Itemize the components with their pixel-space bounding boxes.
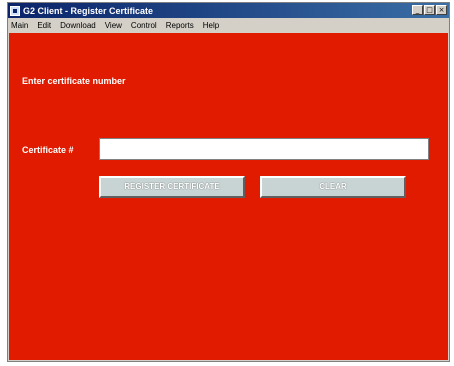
menu-help[interactable]: Help: [203, 21, 219, 30]
app-icon: [10, 5, 20, 16]
form-prompt: Enter certificate number: [22, 76, 126, 86]
menu-view[interactable]: View: [105, 21, 122, 30]
menu-main[interactable]: Main: [11, 21, 28, 30]
title-bar[interactable]: G2 Client - Register Certificate _ □ ×: [8, 3, 449, 18]
menu-download[interactable]: Download: [60, 21, 96, 30]
menu-reports[interactable]: Reports: [166, 21, 194, 30]
minimize-button[interactable]: _: [412, 5, 423, 15]
window-controls: _ □ ×: [412, 5, 447, 15]
app-window: G2 Client - Register Certificate _ □ × M…: [7, 2, 450, 362]
certificate-input[interactable]: [99, 138, 429, 160]
menu-bar: Main Edit Download View Control Reports …: [8, 18, 449, 33]
register-certificate-button[interactable]: REGISTER CERTIFICATE: [99, 176, 245, 198]
close-button[interactable]: ×: [436, 5, 447, 15]
clear-button[interactable]: CLEAR: [260, 176, 406, 198]
menu-control[interactable]: Control: [131, 21, 157, 30]
form-panel: Enter certificate number Certificate # R…: [9, 33, 448, 360]
certificate-label: Certificate #: [22, 145, 74, 155]
maximize-button[interactable]: □: [424, 5, 435, 15]
window-title: G2 Client - Register Certificate: [23, 5, 154, 16]
menu-edit[interactable]: Edit: [37, 21, 51, 30]
